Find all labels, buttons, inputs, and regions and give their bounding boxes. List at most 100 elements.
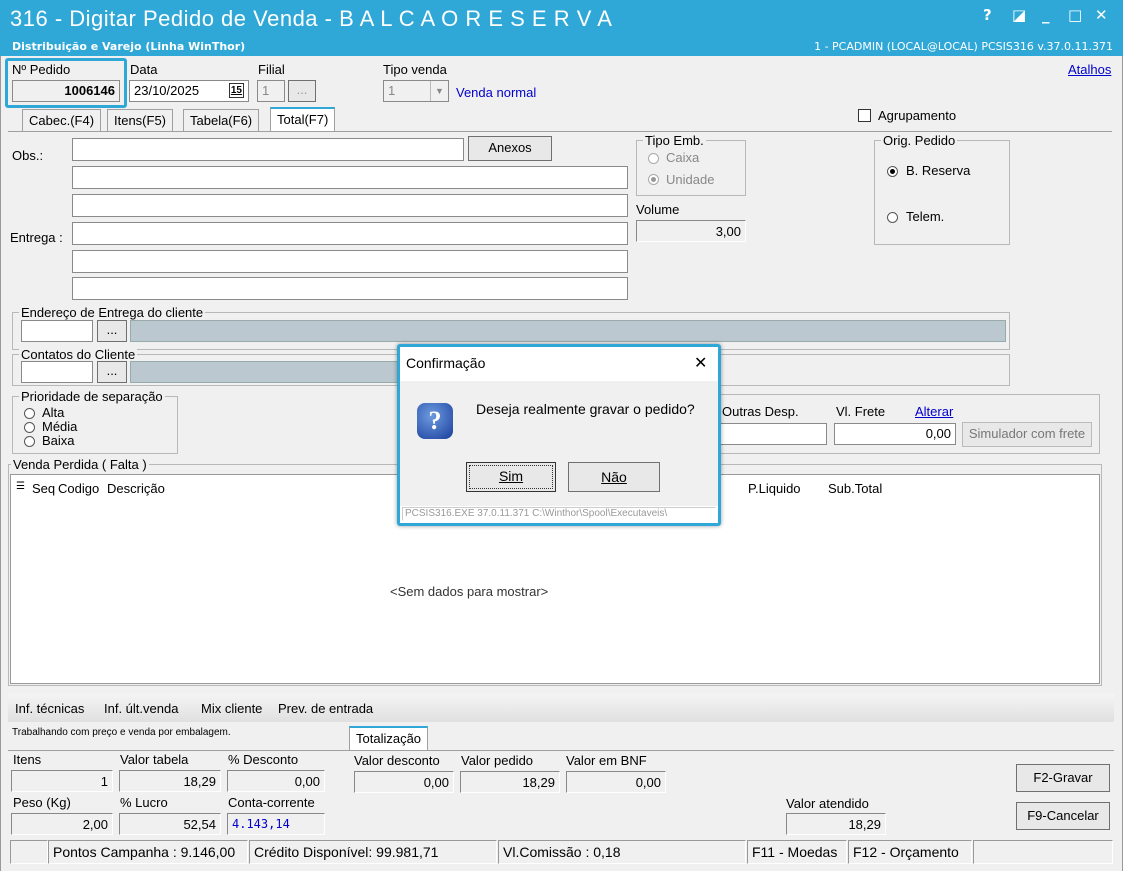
- totals-divider: [8, 750, 1114, 751]
- date-field[interactable]: 23/10/2025 15: [129, 80, 249, 102]
- tipo-venda-select[interactable]: 1 ▼: [383, 80, 449, 102]
- tipo-venda-label: Tipo venda: [383, 62, 447, 77]
- title-bar: 316 - Digitar Pedido de Venda - B A L C …: [0, 0, 1123, 56]
- entrega-label: Entrega :: [10, 230, 63, 245]
- media-label: Média: [42, 419, 78, 434]
- tab-cabec[interactable]: Cabec.(F4): [22, 109, 102, 131]
- alta-label: Alta: [42, 405, 65, 420]
- orig-pedido-group: Orig. Pedido: [874, 133, 1010, 245]
- prioridade-title: Prioridade de separação: [19, 389, 165, 404]
- minimize-icon[interactable]: _: [1042, 6, 1050, 24]
- tab-totalizacao[interactable]: Totalização: [349, 726, 429, 750]
- date-value: 23/10/2025: [134, 83, 200, 98]
- peso-label: Peso (Kg): [13, 795, 71, 810]
- endereco-desc-field: [130, 320, 1006, 342]
- tab-itens[interactable]: Itens(F5): [107, 109, 174, 131]
- orig-pedido-title: Orig. Pedido: [881, 133, 958, 148]
- unidade-radio[interactable]: [648, 174, 659, 185]
- entrega-field-1[interactable]: [72, 222, 628, 245]
- endereco-code-field[interactable]: [21, 320, 93, 342]
- telem-radio[interactable]: [887, 212, 898, 223]
- volume-field: 3,00: [636, 220, 746, 242]
- anexos-button[interactable]: Anexos: [468, 136, 552, 161]
- embalagem-note: Trabalhando com preço e venda por embala…: [12, 727, 231, 738]
- question-icon: ?: [417, 403, 453, 439]
- tab-tabela[interactable]: Tabela(F6): [183, 109, 260, 131]
- caixa-label: Caixa: [666, 150, 700, 165]
- valor-tabela-label: Valor tabela: [120, 752, 189, 767]
- mix-cliente-link[interactable]: Mix cliente: [201, 701, 262, 716]
- alta-radio[interactable]: [24, 408, 35, 419]
- maximize-icon[interactable]: □: [1068, 6, 1082, 24]
- dialog-close-icon[interactable]: ✕: [694, 353, 707, 373]
- outras-desp-field[interactable]: [720, 423, 827, 445]
- tipo-emb-title: Tipo Emb.: [643, 133, 706, 148]
- tipo-venda-value: 1: [388, 83, 396, 98]
- valor-desconto-field: 0,00: [354, 771, 454, 793]
- filial-field[interactable]: 1: [257, 80, 285, 102]
- status-cell-empty: [10, 840, 48, 864]
- tab-total[interactable]: Total(F7): [270, 107, 336, 131]
- itens-field: 1: [11, 770, 113, 792]
- dialog-message: Deseja realmente gravar o pedido?: [476, 401, 695, 417]
- help-icon[interactable]: ?: [983, 6, 992, 24]
- cc-field: 4.143,14: [227, 813, 325, 835]
- contatos-code-field[interactable]: [21, 361, 93, 383]
- caixa-radio[interactable]: [648, 153, 659, 164]
- telem-label: Telem.: [906, 209, 945, 224]
- dialog-title: Confirmação: [406, 355, 486, 371]
- data-label: Data: [130, 62, 158, 77]
- valor-bnf-field: 0,00: [566, 771, 666, 793]
- valor-atendido-label: Valor atendido: [786, 796, 869, 811]
- entrega-field-2[interactable]: [72, 250, 628, 273]
- simulador-button[interactable]: Simulador com frete: [962, 422, 1092, 447]
- atalhos-link[interactable]: Atalhos: [1068, 62, 1111, 77]
- valor-tabela-field: 18,29: [119, 770, 221, 792]
- valor-pedido-label: Valor pedido: [461, 753, 534, 768]
- inf-ult-venda-link[interactable]: Inf. últ.venda: [104, 701, 178, 716]
- peso-field: 2,00: [11, 813, 113, 835]
- status-comissao: Vl.Comissão : 0,18: [498, 840, 746, 864]
- contatos-lookup-button[interactable]: ...: [97, 361, 127, 383]
- volume-label: Volume: [636, 202, 680, 217]
- col-subtotal[interactable]: Sub.Total: [828, 481, 882, 496]
- endereco-lookup-button[interactable]: ...: [97, 320, 127, 342]
- yes-button[interactable]: Sim: [466, 462, 556, 492]
- valor-bnf-label: Valor em BNF: [566, 753, 647, 768]
- col-descricao[interactable]: Descrição: [107, 481, 165, 496]
- agrupamento-checkbox[interactable]: [858, 109, 871, 122]
- cancelar-button[interactable]: F9-Cancelar: [1016, 802, 1110, 830]
- restore-icon[interactable]: ◪: [1012, 6, 1026, 24]
- filial-lookup-button[interactable]: ...: [288, 80, 316, 102]
- obs-field-3[interactable]: [72, 194, 628, 217]
- no-button[interactable]: Não: [568, 462, 660, 492]
- baixa-label: Baixa: [42, 433, 75, 448]
- grid-menu-icon[interactable]: ☰: [16, 481, 25, 492]
- inf-tecnicas-link[interactable]: Inf. técnicas: [15, 701, 84, 716]
- vl-frete-field[interactable]: 0,00: [834, 423, 956, 445]
- obs-field-2[interactable]: [72, 166, 628, 189]
- alterar-link[interactable]: Alterar: [915, 404, 953, 419]
- close-icon[interactable]: ✕: [1095, 6, 1108, 24]
- chevron-down-icon[interactable]: ▼: [430, 81, 448, 101]
- baixa-radio[interactable]: [24, 436, 35, 447]
- reserva-radio[interactable]: [887, 166, 898, 177]
- obs-field-1[interactable]: [72, 138, 464, 161]
- prev-entrada-link[interactable]: Prev. de entrada: [278, 701, 373, 716]
- endereco-title: Endereço de Entrega do cliente: [19, 305, 206, 320]
- gravar-button[interactable]: F2-Gravar: [1016, 764, 1110, 792]
- col-pliquido[interactable]: P.Liquido: [748, 481, 801, 496]
- session-info: 1 - PCADMIN (LOCAL@LOCAL) PCSIS316 v.37.…: [814, 40, 1113, 53]
- pedido-highlight: [5, 58, 127, 108]
- confirmation-dialog: Confirmação ✕ ? Deseja realmente gravar …: [397, 344, 721, 526]
- media-radio[interactable]: [24, 422, 35, 433]
- vl-frete-label: Vl. Frete: [836, 404, 886, 419]
- entrega-field-3[interactable]: [72, 277, 628, 300]
- itens-label: Itens: [13, 752, 42, 767]
- calendar-icon[interactable]: 15: [228, 83, 244, 98]
- venda-perdida-title: Venda Perdida ( Falta ): [11, 457, 149, 472]
- col-seq[interactable]: Seq: [32, 481, 55, 496]
- col-codigo[interactable]: Codigo: [58, 481, 99, 496]
- prioridade-group: Prioridade de separação: [12, 389, 178, 454]
- reserva-label: B. Reserva: [906, 163, 971, 178]
